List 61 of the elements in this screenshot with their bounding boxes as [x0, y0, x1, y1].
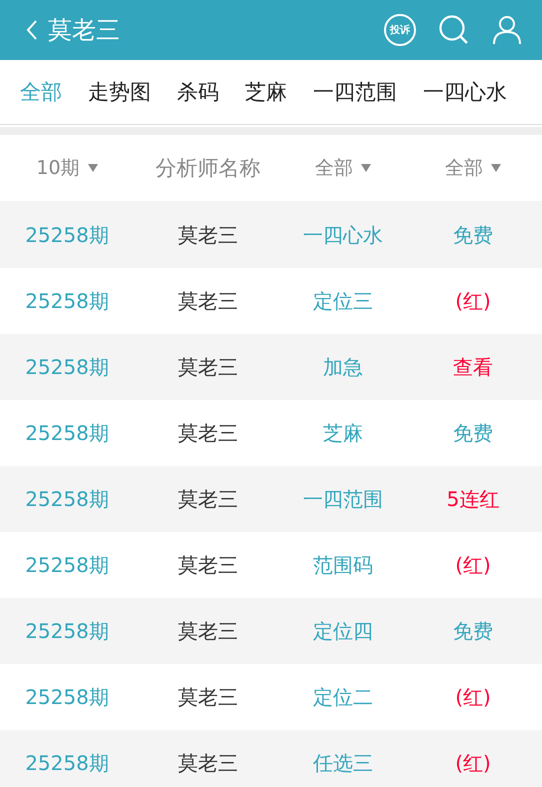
- category-cell: 任选三: [313, 750, 373, 776]
- table-row[interactable]: 25258期 莫老三 一四心水 免费: [0, 202, 542, 268]
- period-cell: 25258期: [25, 288, 109, 314]
- category-tab[interactable]: 芝麻: [245, 78, 287, 106]
- analyst-cell: 莫老三: [178, 618, 238, 644]
- analyst-cell: 莫老三: [178, 486, 238, 512]
- filter-dropdown[interactable]: 全部: [315, 155, 371, 181]
- period-cell: 25258期: [25, 552, 109, 578]
- user-icon[interactable]: [492, 15, 522, 45]
- category-tab[interactable]: 一四心水: [423, 78, 507, 106]
- category-cell: 定位二: [313, 684, 373, 710]
- back-icon[interactable]: [26, 19, 38, 41]
- period-cell: 25258期: [25, 420, 109, 446]
- period-cell: 25258期: [25, 684, 109, 710]
- table-row[interactable]: 25258期 莫老三 芝麻 免费: [0, 400, 542, 466]
- analyst-cell: 莫老三: [178, 354, 238, 380]
- table-row[interactable]: 25258期 莫老三 定位四 免费: [0, 598, 542, 664]
- period-cell: 25258期: [25, 222, 109, 248]
- result-cell: 免费: [453, 420, 493, 446]
- search-icon[interactable]: [438, 14, 470, 46]
- caret-icon: [88, 164, 98, 172]
- table-row[interactable]: 25258期 莫老三 加急 查看: [0, 334, 542, 400]
- category-tab[interactable]: 杀码: [177, 78, 219, 106]
- analyst-cell: 莫老三: [178, 750, 238, 776]
- period-cell: 25258期: [25, 354, 109, 380]
- filter-dropdown[interactable]: 全部: [445, 155, 501, 181]
- table-row[interactable]: 25258期 莫老三 任选三 (红): [0, 730, 542, 787]
- analyst-cell: 莫老三: [178, 420, 238, 446]
- category-cell: 加急: [323, 354, 363, 380]
- column-heading: 分析师名称: [156, 155, 260, 182]
- category-cell: 范围码: [313, 552, 373, 578]
- period-cell: 25258期: [25, 618, 109, 644]
- caret-icon: [361, 164, 371, 172]
- result-cell: 免费: [453, 618, 493, 644]
- result-cell: (红): [455, 750, 491, 776]
- category-cell: 定位三: [313, 288, 373, 314]
- analyst-cell: 莫老三: [178, 684, 238, 710]
- filter-dropdown[interactable]: 10期: [36, 155, 98, 181]
- result-cell: (红): [455, 288, 491, 314]
- category-cell: 芝麻: [323, 420, 363, 446]
- period-cell: 25258期: [25, 750, 109, 776]
- result-cell: (红): [455, 684, 491, 710]
- result-cell: 查看: [453, 354, 493, 380]
- period-cell: 25258期: [25, 486, 109, 512]
- result-cell: 免费: [453, 222, 493, 248]
- analyst-cell: 莫老三: [178, 552, 238, 578]
- table-row[interactable]: 25258期 莫老三 一四范围 5连红: [0, 466, 542, 532]
- caret-icon: [491, 164, 501, 172]
- table-row[interactable]: 25258期 莫老三 范围码 (红): [0, 532, 542, 598]
- category-cell: 定位四: [313, 618, 373, 644]
- result-cell: 5连红: [446, 486, 500, 512]
- table-row[interactable]: 25258期 莫老三 定位三 (红): [0, 268, 542, 334]
- page-title: 莫老三: [48, 15, 120, 46]
- category-cell: 一四心水: [303, 222, 383, 248]
- category-cell: 一四范围: [303, 486, 383, 512]
- analyst-cell: 莫老三: [178, 222, 238, 248]
- analyst-cell: 莫老三: [178, 288, 238, 314]
- category-tab[interactable]: 一四范围: [313, 78, 397, 106]
- table-row[interactable]: 25258期 莫老三 定位二 (红): [0, 664, 542, 730]
- result-cell: (红): [455, 552, 491, 578]
- category-tab[interactable]: 走势图: [88, 78, 151, 106]
